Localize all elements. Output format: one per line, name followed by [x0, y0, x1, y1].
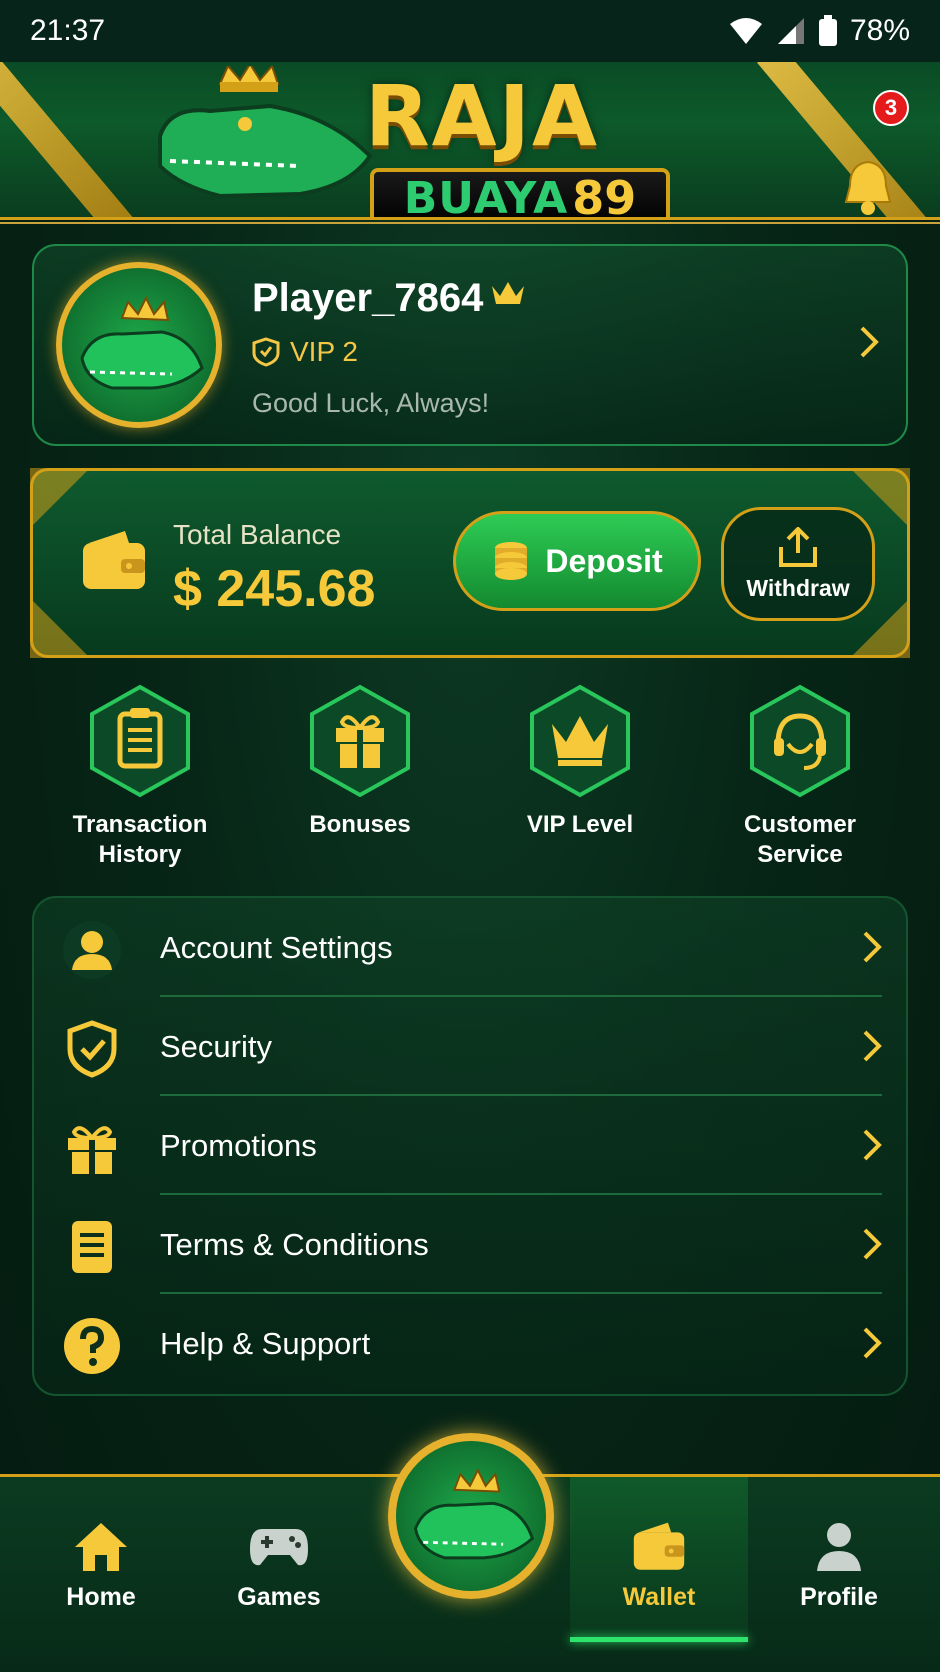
quick-action-customer-service[interactable]: Customer Service — [700, 684, 900, 870]
question-icon — [64, 1318, 120, 1374]
nav-home[interactable]: Home — [26, 1517, 176, 1612]
gamepad-icon — [250, 1529, 308, 1566]
logo: RAJA BUAYA 89 — [150, 58, 690, 220]
menu-item-label: Help & Support — [160, 1326, 371, 1361]
clipboard-icon — [90, 684, 190, 798]
vip-badge: VIP 2 — [252, 336, 358, 368]
withdraw-button[interactable]: Withdraw — [721, 507, 875, 621]
logo-buaya-text: BUAYA — [403, 172, 569, 220]
quick-action-label: Bonuses — [309, 811, 411, 838]
logo-number-text: 89 — [572, 171, 637, 220]
quick-actions: Transaction History Bonuses VIP Level Cu… — [30, 684, 910, 868]
gift-icon — [68, 1126, 116, 1174]
nav-label: Wallet — [622, 1583, 696, 1611]
nav-profile[interactable]: Profile — [764, 1517, 914, 1612]
settings-menu: Account Settings Security Promotions Ter — [32, 896, 908, 1396]
nav-label: Home — [66, 1583, 136, 1611]
status-time: 21:37 — [30, 14, 106, 47]
notification-badge: 3 — [873, 90, 909, 126]
deposit-button[interactable]: Deposit — [453, 511, 701, 611]
crocodile-mascot-icon — [158, 66, 373, 199]
wallet-icon — [633, 1522, 685, 1570]
logo-raja-text: RAJA — [365, 67, 599, 165]
menu-item-security[interactable]: Security — [34, 997, 910, 1096]
menu-item-help-support[interactable]: Help & Support — [34, 1294, 910, 1393]
shield-check-icon — [67, 1020, 117, 1078]
document-icon — [72, 1221, 112, 1273]
hexagon-frame — [528, 684, 632, 798]
quick-action-vip-level[interactable]: VIP Level — [480, 684, 680, 840]
user-icon — [63, 921, 121, 979]
nav-label: Games — [237, 1583, 321, 1611]
balance-card: Total Balance $ 245.68 Deposit Withdraw — [30, 468, 910, 658]
chevron-right-icon — [863, 1030, 882, 1062]
deposit-label: Deposit — [545, 542, 663, 579]
nav-active-indicator — [570, 1637, 748, 1642]
gift-icon — [310, 684, 410, 798]
chevron-right-icon — [863, 1228, 882, 1260]
cell-signal-icon — [777, 18, 804, 44]
vip-level-text: VIP 2 — [290, 336, 358, 367]
crown-icon — [530, 684, 630, 798]
menu-item-account-settings[interactable]: Account Settings — [34, 898, 910, 997]
hexagon-frame — [308, 684, 412, 798]
quick-action-label: Customer Service — [743, 811, 857, 868]
battery-percent: 78% — [849, 14, 910, 47]
wifi-icon — [729, 18, 762, 44]
chevron-right-icon — [860, 326, 879, 358]
vip-shield-icon — [252, 337, 280, 367]
menu-item-promotions[interactable]: Promotions — [34, 1096, 910, 1195]
profile-card[interactable]: Player_7864 VIP 2 Good Luck, Always! — [32, 244, 908, 446]
nav-wallet[interactable]: Wallet — [584, 1517, 734, 1612]
menu-item-terms-conditions[interactable]: Terms & Conditions — [34, 1195, 910, 1294]
status-bar: 21:37 78% — [0, 0, 940, 62]
balance-label: Total Balance — [173, 519, 342, 550]
headset-icon — [750, 684, 850, 798]
crocodile-avatar-icon — [80, 295, 204, 390]
quick-action-label: VIP Level — [526, 811, 634, 838]
chevron-right-icon — [863, 1327, 882, 1359]
avatar[interactable] — [56, 262, 222, 428]
menu-item-label: Promotions — [160, 1128, 317, 1163]
profile-icon — [817, 1523, 861, 1571]
profile-tagline: Good Luck, Always! — [252, 388, 490, 418]
logo-badge: BUAYA 89 — [370, 168, 670, 220]
player-name: Player_7864 — [252, 276, 484, 320]
header-stripe — [0, 58, 163, 217]
withdraw-label: Withdraw — [746, 574, 850, 601]
corner-ornament — [30, 598, 90, 658]
nav-label: Profile — [800, 1583, 878, 1611]
chevron-right-icon — [863, 931, 882, 963]
quick-action-bonuses[interactable]: Bonuses — [260, 684, 460, 840]
menu-item-label: Terms & Conditions — [160, 1227, 429, 1262]
hexagon-frame — [88, 684, 192, 798]
chevron-right-icon — [863, 1129, 882, 1161]
home-icon — [75, 1523, 127, 1571]
quick-action-transaction-history[interactable]: Transaction History — [40, 684, 240, 870]
battery-icon — [818, 15, 837, 46]
menu-item-label: Security — [160, 1029, 272, 1064]
bell-icon[interactable] — [840, 158, 896, 218]
menu-item-label: Account Settings — [160, 930, 393, 965]
upload-icon — [779, 526, 817, 567]
app-header: RAJA BUAYA 89 3 — [0, 58, 940, 220]
wallet-icon — [83, 531, 145, 589]
coins-icon — [495, 542, 528, 580]
bottom-navigation: Home Games Wallet Profile — [0, 1433, 940, 1672]
crown-icon — [492, 282, 524, 304]
nav-games[interactable]: Games — [204, 1517, 354, 1612]
balance-amount: $ 245.68 — [173, 560, 376, 618]
corner-ornament — [30, 468, 90, 528]
quick-action-label: Transaction History — [72, 811, 208, 868]
status-icons: 78% — [728, 14, 910, 48]
hexagon-frame — [748, 684, 852, 798]
crocodile-avatar-icon — [413, 1468, 535, 1560]
center-mascot-button[interactable] — [388, 1433, 554, 1599]
